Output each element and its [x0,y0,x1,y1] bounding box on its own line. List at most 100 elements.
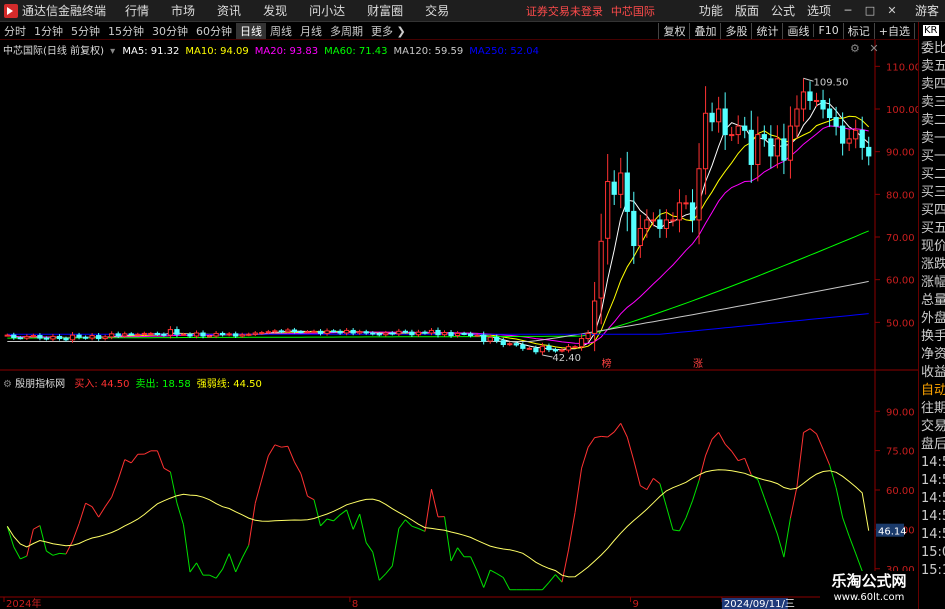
event-marker[interactable]: 涨 [693,358,703,370]
indicator-signal-segment [274,444,282,448]
add-watchlist-button[interactable]: +自选 [873,22,914,39]
indicator-signal-segment [72,523,80,542]
menu-discover[interactable]: 发现 [252,2,298,19]
candle-body [513,343,519,346]
period-5min[interactable]: 5分钟 [67,23,104,39]
period-1min[interactable]: 1分钟 [30,23,67,39]
sidebar-item: 涨幅 [921,275,945,290]
indicator-signal-segment [496,573,504,578]
price-tick-label: 70.00 [886,233,915,244]
period-more[interactable]: 更多 ❯ [367,23,410,39]
candle-body [454,332,461,337]
candle-body [298,331,304,334]
period-15min[interactable]: 15分钟 [104,23,148,39]
candle-body [291,329,298,333]
sidebar-item[interactable]: 盘后 [919,436,945,454]
draw-line-button[interactable]: 画线 [782,22,813,39]
sidebar-item[interactable]: 14:56 [919,454,945,472]
minimize-button[interactable]: ─ [837,4,859,17]
period-60min[interactable]: 60分钟 [192,23,236,39]
indicator-signal-segment [672,529,680,532]
candle-body [220,332,226,336]
indicator-signal-segment [307,495,315,501]
maximize-button[interactable]: □ [859,4,881,17]
period-30min[interactable]: 30分钟 [148,23,192,39]
indicator-signal-segment [267,444,276,457]
candle-body [696,168,702,221]
candle-body [115,333,121,337]
indicator-menu-icon[interactable]: ⚙ [3,379,12,390]
close-button[interactable]: ✕ [881,4,903,17]
indicator-signal-segment [359,513,367,543]
chart-axes: 110.00 100.00 90.00 80.00 70.00 60.00 50.00 90… [0,40,918,609]
indicator-tick-label: 75.00 [886,447,915,458]
candle-body [141,332,147,335]
indicator-signal-segment [776,533,785,558]
sidebar-item: 卖三 [921,95,945,110]
chart-annotations: 109.50 42.40 榜 涨 [542,77,848,370]
multi-stock-button[interactable]: 多股 [720,22,751,39]
sidebar-item[interactable]: 14:57 [919,526,945,544]
menu-market-quotes[interactable]: 行情 [114,2,160,19]
sidebar-item: 卖四 [921,77,945,92]
period-more-label: 更多 [371,24,393,38]
indicator-signal-segment [783,518,791,558]
chart-controls: ⚙ ✕ [850,42,879,55]
period-multi[interactable]: 多周期 [326,23,367,39]
candle-body [226,333,232,336]
menu-formula[interactable]: 公式 [765,2,801,19]
period-monthly[interactable]: 月线 [296,23,326,39]
period-daily[interactable]: 日线 [236,22,266,39]
indicator-signal-segment [320,518,328,527]
guest-user[interactable]: 游客 [909,2,945,19]
menu-options[interactable]: 选项 [801,2,837,19]
indicator-signal-segment [163,467,171,473]
sidebar-item[interactable]: 15:00 [919,544,945,562]
sidebar-item: 换手 [921,329,945,344]
sidebar-item[interactable]: 自动 [919,382,945,400]
login-notice[interactable]: 证券交易未登录 [526,3,603,19]
f10-button[interactable]: F10 [813,24,842,37]
legend-dropdown-icon[interactable]: ▾ [110,46,115,57]
menu-news[interactable]: 资讯 [206,2,252,19]
menu-function[interactable]: 功能 [693,2,729,19]
ma-line-ma5 [7,101,870,351]
sidebar-item[interactable]: 往期 [919,400,945,418]
indicator-signal-segment [476,570,485,588]
sidebar-item[interactable]: 14:56 [919,472,945,490]
menu-market[interactable]: 市场 [160,2,206,19]
sidebar-item[interactable]: 14:56 [919,508,945,526]
overlay-button[interactable]: 叠加 [689,22,720,39]
menu-ask[interactable]: 问小达 [298,2,356,19]
close-icon[interactable]: ✕ [869,42,878,55]
chart-canvas[interactable]: 110.00 100.00 90.00 80.00 70.00 60.00 50.00 90… [0,40,918,609]
adjust-button[interactable]: 复权 [658,22,689,39]
indicator-signal-segment [665,506,674,531]
period-weekly[interactable]: 周线 [266,23,296,39]
event-marker[interactable]: 榜 [602,357,612,370]
sidebar-item: 卖一 [921,131,945,146]
period-tick[interactable]: 分时 [0,23,30,39]
candle-body [676,202,683,221]
menu-wealth[interactable]: 财富圈 [356,2,414,19]
candle-body [618,172,624,195]
sidebar-item: 涨跌 [921,257,945,272]
sidebar-item[interactable]: 15:11 [919,562,945,580]
indicator-legend: ⚙ 殷朋指标网 买入: 44.50 卖出: 18.58 强弱线: 44.50 [3,375,262,390]
sidebar-item[interactable]: 14:56 [919,490,945,508]
candle-body [846,138,852,144]
indicator-signal-segment [601,435,608,438]
sidebar-item[interactable]: 交易 [919,418,945,436]
mark-button[interactable]: 标记 [842,22,874,39]
sidebar-item: 买三 [921,185,945,200]
candle-body [448,332,454,337]
menu-trade[interactable]: 交易 [414,2,460,19]
settings-icon[interactable]: ⚙ [850,42,860,55]
indicator-signal-segment [574,468,583,513]
ma-line-ma20 [7,125,869,344]
statistics-button[interactable]: 统计 [751,22,782,39]
indicator-signal-segment [724,443,733,452]
candle-body [428,329,435,334]
menu-layout[interactable]: 版面 [729,2,765,19]
candle-body [781,138,787,161]
